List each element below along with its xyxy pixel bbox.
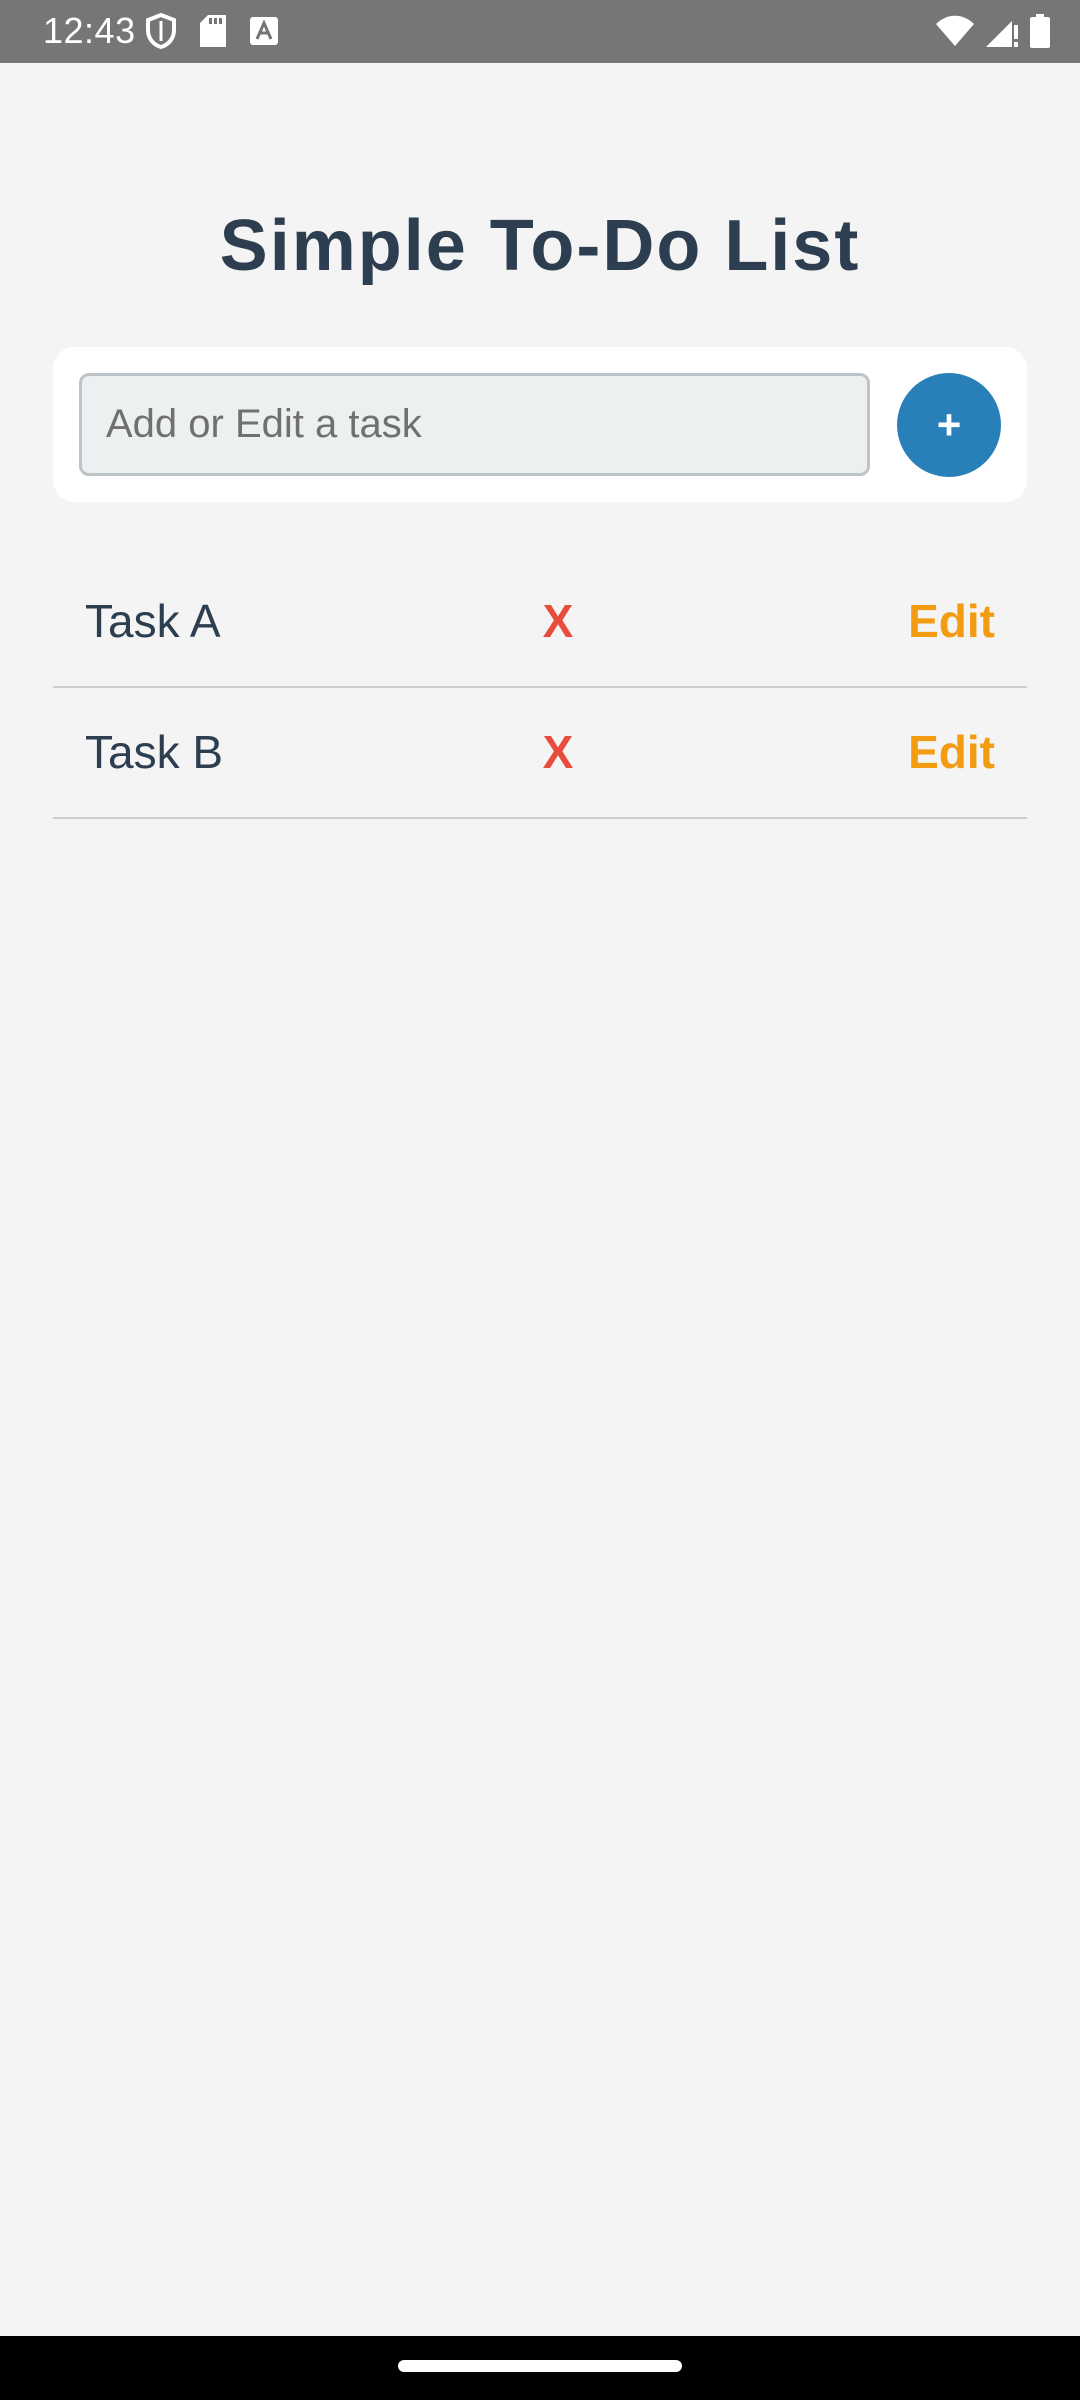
status-right-icons bbox=[936, 13, 1050, 49]
text-a-icon bbox=[250, 17, 278, 45]
task-text: Task B bbox=[85, 726, 224, 778]
status-left-icons bbox=[146, 13, 278, 49]
task-item: Task B X Edit bbox=[53, 688, 1027, 819]
wifi-icon bbox=[936, 15, 974, 47]
status-time: 12:43 bbox=[43, 10, 136, 51]
page-title: Simple To-Do List bbox=[219, 206, 861, 286]
edit-task-button[interactable]: Edit bbox=[908, 557, 995, 686]
task-input-card: + bbox=[53, 347, 1027, 502]
delete-task-button[interactable]: X bbox=[523, 688, 593, 817]
navigation-bar bbox=[0, 2336, 1080, 2400]
task-item: Task A X Edit bbox=[53, 557, 1027, 688]
task-input[interactable] bbox=[79, 373, 870, 476]
edit-task-button[interactable]: Edit bbox=[908, 688, 995, 817]
delete-task-button[interactable]: X bbox=[523, 557, 593, 686]
battery-icon bbox=[1030, 14, 1050, 48]
home-gesture-handle[interactable] bbox=[398, 2360, 682, 2372]
task-text: Task A bbox=[85, 595, 221, 647]
cellular-signal-icon bbox=[986, 15, 1018, 47]
task-list: Task A X Edit Task B X Edit bbox=[53, 557, 1027, 819]
shield-icon bbox=[146, 13, 176, 49]
status-bar: 12:43 bbox=[0, 0, 1080, 63]
add-task-button[interactable]: + bbox=[897, 373, 1001, 477]
sd-card-icon bbox=[200, 15, 226, 47]
